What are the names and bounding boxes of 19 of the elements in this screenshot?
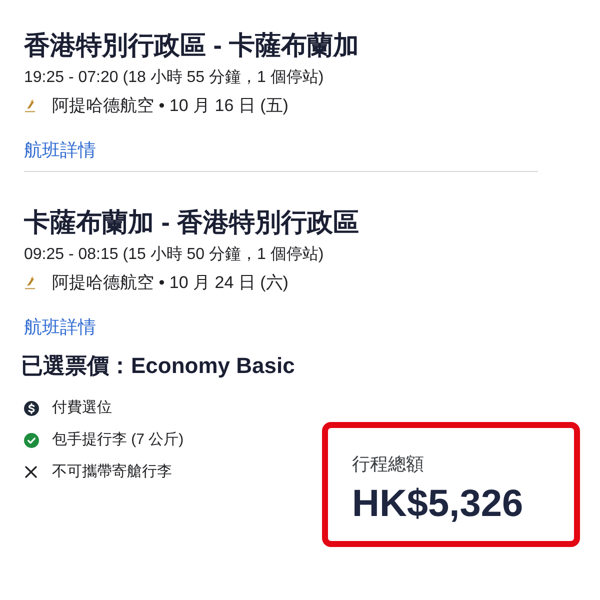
- cross-icon: [25, 466, 37, 478]
- trip-total-amount: HK$5,326: [352, 482, 524, 526]
- trip-total-label: 行程總額: [352, 453, 425, 476]
- flight-times: 09:25 - 08:15 (15 小時 50 分鐘，1 個停站): [24, 244, 325, 265]
- fare-feature-text: 付費選位: [52, 398, 112, 418]
- flight-route-title: 卡薩布蘭加 - 香港特別行政區: [24, 206, 360, 239]
- check-icon: [24, 432, 39, 448]
- flight-times: 19:25 - 07:20 (18 小時 55 分鐘，1 個停站): [24, 68, 325, 88]
- fare-feature-text: 不可攜帶寄艙行李: [52, 462, 172, 482]
- flight-route-title: 香港特別行政區 - 卡薩布蘭加: [24, 29, 360, 62]
- flight-details-link[interactable]: 航班詳情: [24, 137, 96, 163]
- dollar-icon: [24, 400, 39, 416]
- fare-feature-text: 包手提行李 (7 公斤): [52, 430, 184, 450]
- flight-details-link[interactable]: 航班詳情: [24, 314, 96, 340]
- airline-and-date: 阿提哈德航空 • 10 月 24 日 (六): [52, 272, 288, 294]
- airline-and-date: 阿提哈德航空 • 10 月 16 日 (五): [52, 95, 288, 117]
- airline-logo-icon: [24, 99, 36, 113]
- airline-logo-icon: [24, 276, 36, 290]
- selected-fare-heading: 已選票價：Economy Basic: [21, 352, 296, 380]
